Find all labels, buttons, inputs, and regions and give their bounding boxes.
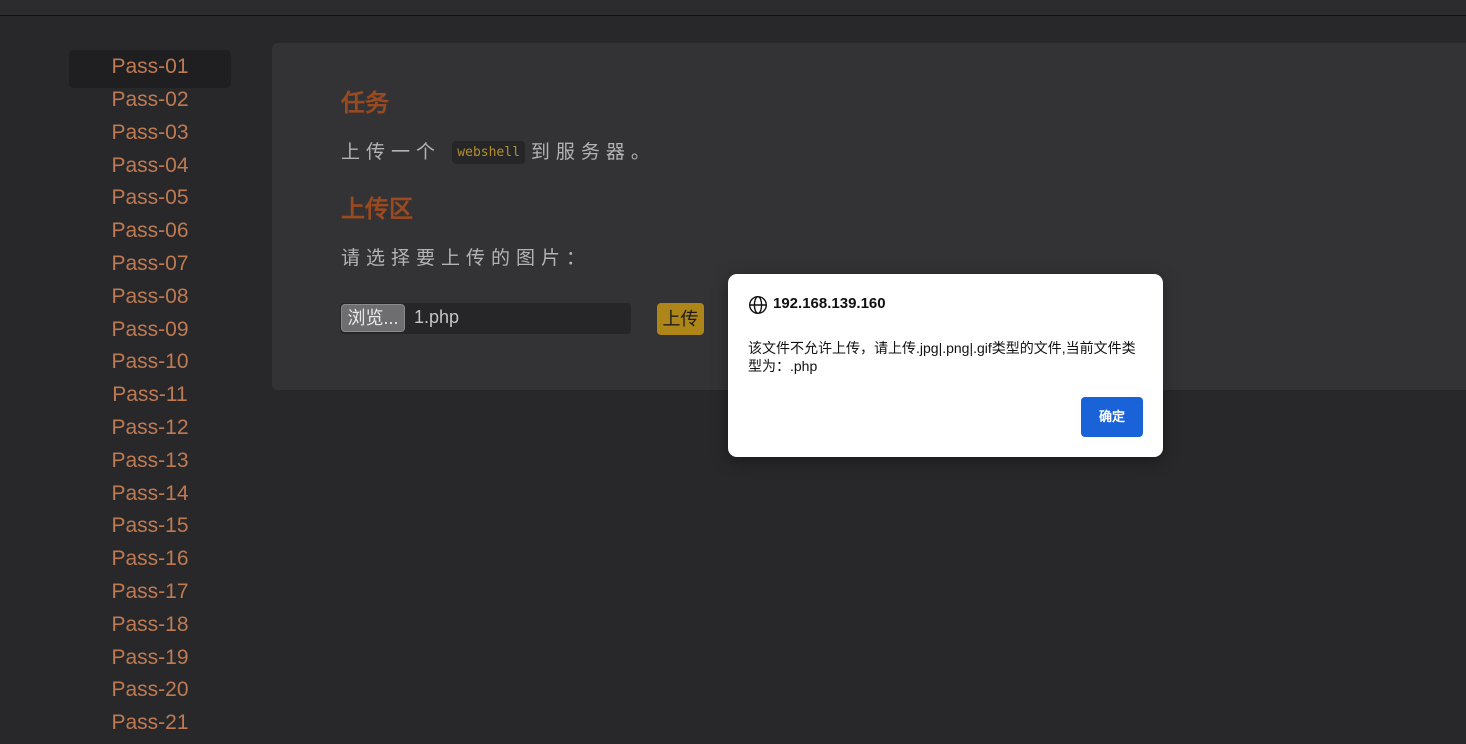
- upload-button[interactable]: 上传: [657, 303, 704, 335]
- sidebar-item-pass-13[interactable]: Pass-13: [69, 444, 231, 477]
- sidebar-item-pass-08[interactable]: Pass-08: [69, 280, 231, 313]
- sidebar-item-label: Pass-08: [111, 284, 189, 308]
- dialog-message: 该文件不允许上传，请上传.jpg|.png|.gif类型的文件,当前文件类型为：…: [748, 340, 1136, 374]
- sidebar-item-pass-04[interactable]: Pass-04: [69, 149, 231, 182]
- sidebar-item-pass-14[interactable]: Pass-14: [69, 477, 231, 510]
- task-heading: 任务: [341, 90, 389, 117]
- upload-prompt: 请选择要上传的图片：: [341, 248, 592, 269]
- sidebar-item-label: Pass-17: [111, 579, 189, 603]
- sidebar-item-pass-03[interactable]: Pass-03: [69, 116, 231, 149]
- upload-heading: 上传区: [341, 196, 413, 223]
- sidebar-item-pass-10[interactable]: Pass-10: [69, 345, 231, 378]
- sidebar-item-pass-09[interactable]: Pass-09: [69, 313, 231, 346]
- task-text-after: 到服务器。: [530, 142, 656, 163]
- sidebar-item-pass-16[interactable]: Pass-16: [69, 542, 231, 575]
- sidebar-item-pass-15[interactable]: Pass-15: [69, 509, 231, 542]
- sidebar-item-label: Pass-04: [111, 153, 189, 177]
- sidebar-item-label: Pass-12: [111, 415, 189, 439]
- sidebar-item-pass-07[interactable]: Pass-07: [69, 247, 231, 280]
- globe-icon: [748, 295, 768, 315]
- sidebar-item-pass-17[interactable]: Pass-17: [69, 575, 231, 608]
- sidebar-item-pass-20[interactable]: Pass-20: [69, 673, 231, 706]
- sidebar-item-label: Pass-16: [111, 547, 189, 571]
- sidebar-item-label: Pass-01: [111, 55, 189, 78]
- sidebar-item-pass-18[interactable]: Pass-18: [69, 608, 231, 641]
- sidebar-item-pass-02[interactable]: Pass-02: [69, 83, 231, 116]
- sidebar-item-label: Pass-07: [111, 251, 189, 275]
- sidebar-item-label: Pass-03: [111, 120, 189, 144]
- dialog-host: 192.168.139.160: [773, 295, 886, 312]
- level-sidebar: Pass-01 Pass-02 Pass-03 Pass-04 Pass-05 …: [69, 50, 231, 739]
- sidebar-item-label: Pass-15: [111, 514, 189, 538]
- sidebar-item-label: Pass-05: [111, 186, 189, 210]
- sidebar-item-pass-06[interactable]: Pass-06: [69, 214, 231, 247]
- sidebar-item-pass-19[interactable]: Pass-19: [69, 641, 231, 674]
- sidebar-item-label: Pass-11: [112, 383, 188, 407]
- sidebar-item-pass-05[interactable]: Pass-05: [69, 181, 231, 214]
- file-input[interactable]: 浏览... 1.php: [340, 303, 631, 334]
- sidebar-item-label: Pass-06: [111, 219, 189, 243]
- sidebar-item-pass-11[interactable]: Pass-11: [69, 378, 231, 411]
- sidebar-item-pass-12[interactable]: Pass-12: [69, 411, 231, 444]
- sidebar-item-label: Pass-18: [111, 612, 189, 636]
- task-text-before: 上传一个: [341, 142, 442, 163]
- sidebar-item-label: Pass-13: [111, 448, 189, 472]
- file-name: 1.php: [414, 307, 460, 327]
- sidebar-item-label: Pass-10: [111, 350, 189, 374]
- ok-button[interactable]: 确定: [1081, 397, 1143, 437]
- sidebar-item-label: Pass-09: [111, 317, 189, 341]
- alert-dialog: 192.168.139.160 该文件不允许上传，请上传.jpg|.png|.g…: [728, 274, 1163, 457]
- task-description: 上传一个 webshell 到服务器。: [341, 137, 656, 164]
- sidebar-item-label: Pass-14: [111, 481, 189, 505]
- browser-top-bar: [0, 0, 1466, 16]
- browse-button[interactable]: 浏览...: [341, 304, 405, 332]
- sidebar-item-label: Pass-19: [111, 645, 189, 669]
- task-code: webshell: [452, 141, 525, 164]
- sidebar-item-pass-21[interactable]: Pass-21: [69, 706, 231, 739]
- sidebar-item-label: Pass-02: [111, 88, 189, 111]
- sidebar-item-label: Pass-20: [111, 678, 189, 702]
